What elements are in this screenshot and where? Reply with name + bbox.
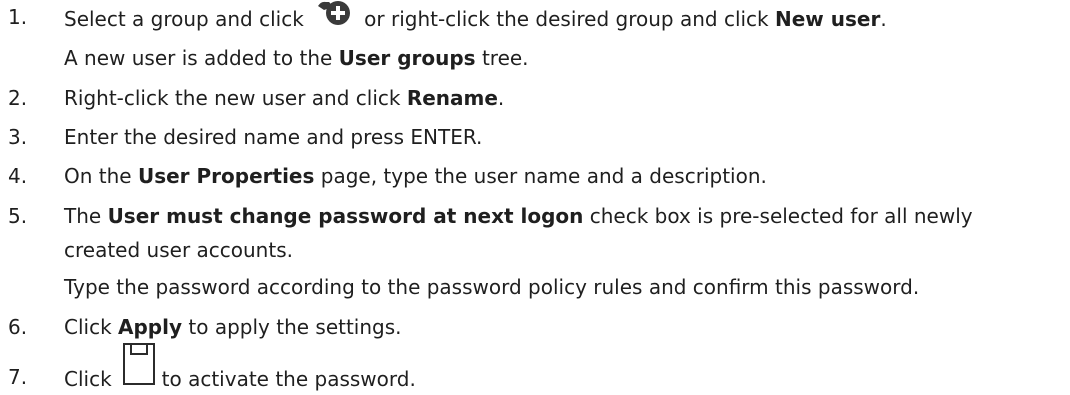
step-number: 3. — [8, 125, 28, 149]
step-number: 4. — [8, 164, 28, 188]
step-text-part: to activate the password. — [161, 367, 416, 391]
step-text-part: Right-click the new user and click — [64, 86, 407, 110]
step-number: 6. — [8, 315, 28, 339]
step-text-part: A new user is added to the — [64, 46, 339, 70]
step-text-part: to apply the settings. — [182, 315, 402, 339]
step-text-part: Click — [64, 367, 112, 391]
menu-item-rename: Rename — [406, 86, 498, 110]
step-text-part: . — [880, 7, 887, 31]
add-user-icon — [316, 1, 352, 30]
step-text-part: tree. — [475, 46, 529, 70]
step-text-part: . — [497, 86, 505, 110]
ui-label-must-change-password: User must change password at next logon — [107, 204, 584, 228]
menu-item-new-user: New user — [775, 7, 881, 31]
step-text: created user accounts. — [64, 238, 293, 262]
ui-label-user-properties: User Properties — [137, 164, 315, 188]
step-text-part: check box is pre-selected for all newly — [583, 204, 973, 228]
step-number: 5. — [8, 204, 28, 228]
ui-label-apply: Apply — [118, 315, 183, 339]
step-result-text: Type the password according to the passw… — [64, 275, 920, 299]
step-text-part: On the — [64, 164, 138, 188]
step-text: Click to activate the password. — [64, 343, 416, 392]
step-text: Click Apply to apply the settings. — [64, 314, 402, 340]
step-text-part: Select a group and click — [64, 7, 304, 31]
step-text-part: or right-click the desired group and cli… — [357, 7, 775, 31]
step-text-part: The — [64, 204, 108, 228]
step-result-text: A new user is added to the User groups t… — [64, 45, 529, 71]
step-number: 2. — [8, 86, 28, 110]
step-text: Right-click the new user and click Renam… — [64, 85, 504, 111]
step-text: On the User Properties page, type the us… — [64, 163, 767, 189]
step-text-part: page, type the user name and a descripti… — [314, 164, 767, 188]
step-text: Enter the desired name and press ENTER. — [64, 125, 483, 149]
ui-label-user-groups: User groups — [338, 46, 476, 70]
step-text-part: Click — [64, 315, 119, 339]
step-number: 7. — [8, 365, 28, 389]
save-icon — [122, 343, 156, 390]
step-text: The User must change password at next lo… — [64, 203, 973, 229]
step-number: 1. — [8, 5, 28, 29]
step-text: Select a group and click or right-click … — [64, 1, 887, 32]
